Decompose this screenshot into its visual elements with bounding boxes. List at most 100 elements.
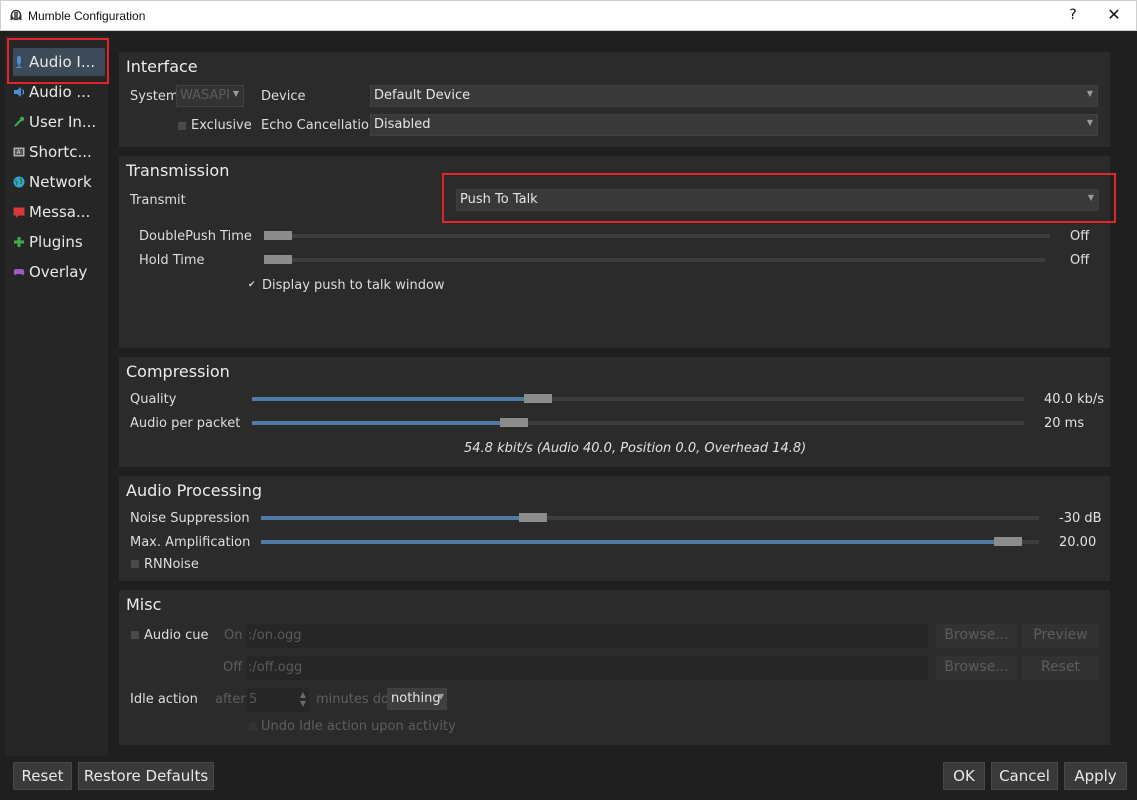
sidebar-item-label: Network bbox=[29, 173, 92, 191]
combo-value: nothing bbox=[391, 691, 441, 706]
group-title: Misc bbox=[126, 595, 162, 614]
slider-handle[interactable] bbox=[264, 231, 292, 240]
speaker-icon bbox=[14, 87, 24, 97]
browse-on-button[interactable]: Browse... bbox=[936, 624, 1017, 648]
audio-per-packet-value: 20 ms bbox=[1044, 416, 1085, 431]
hold-time-slider[interactable] bbox=[264, 255, 1045, 264]
audio-cue-off-input[interactable]: :/off.ogg bbox=[246, 656, 928, 680]
message-icon bbox=[13, 207, 25, 218]
slider-handle[interactable] bbox=[994, 537, 1022, 546]
browse-off-button[interactable]: Browse... bbox=[936, 656, 1017, 680]
exclusive-label: Exclusive bbox=[191, 118, 252, 133]
noise-suppression-label: Noise Suppression bbox=[130, 511, 250, 526]
max-amplification-value: 20.00 bbox=[1059, 535, 1097, 550]
noise-suppression-slider[interactable] bbox=[261, 513, 1039, 522]
window-title: Mumble Configuration bbox=[28, 9, 146, 23]
sidebar-item-audio-output[interactable]: Audio ... bbox=[13, 78, 105, 106]
sidebar-item-label: Overlay bbox=[29, 263, 88, 281]
slider-handle[interactable] bbox=[524, 394, 552, 403]
slider-handle[interactable] bbox=[264, 255, 292, 264]
undo-idle-checkbox[interactable] bbox=[249, 723, 257, 731]
cancel-button[interactable]: Cancel bbox=[991, 762, 1058, 790]
audio-per-packet-slider[interactable] bbox=[252, 418, 1024, 427]
combo-value: WASAPI bbox=[180, 88, 231, 103]
audio-cue-checkbox[interactable] bbox=[131, 631, 139, 639]
group-title: Interface bbox=[126, 57, 198, 76]
keyboard-icon: A bbox=[13, 147, 25, 157]
bitrate-summary: 54.8 kbit/s (Audio 40.0, Position 0.0, O… bbox=[464, 441, 807, 456]
chevron-down-icon: ▼ bbox=[437, 692, 444, 701]
sidebar-item-label: Plugins bbox=[29, 233, 83, 251]
undo-idle-label: Undo Idle action upon activity bbox=[261, 719, 456, 734]
audio-per-packet-label: Audio per packet bbox=[130, 416, 241, 431]
rnnoise-checkbox[interactable] bbox=[131, 560, 139, 568]
system-label: System bbox=[130, 89, 179, 104]
group-title: Transmission bbox=[126, 161, 230, 180]
preview-button[interactable]: Preview bbox=[1022, 624, 1099, 648]
gamepad-icon bbox=[13, 269, 25, 275]
group-title: Audio Processing bbox=[126, 481, 262, 500]
echo-cancellation-label: Echo Cancellation bbox=[261, 118, 378, 133]
idle-after-label: after bbox=[215, 692, 246, 707]
apply-button[interactable]: Apply bbox=[1064, 762, 1127, 790]
spin-arrows-icon[interactable]: ▲ ▼ bbox=[300, 690, 306, 708]
combo-value: Default Device bbox=[374, 88, 471, 103]
restore-defaults-button[interactable]: Restore Defaults bbox=[78, 762, 214, 790]
interface-group: Interface System WASAPI ▼ Device Default … bbox=[119, 52, 1110, 147]
quality-slider[interactable] bbox=[252, 394, 1024, 403]
echo-cancellation-combo[interactable]: Disabled ▼ bbox=[370, 114, 1098, 136]
slider-handle[interactable] bbox=[500, 418, 528, 427]
noise-suppression-value: -30 dB bbox=[1059, 511, 1102, 526]
quality-label: Quality bbox=[130, 392, 177, 407]
sidebar-item-label: Shortc... bbox=[29, 143, 92, 161]
max-amplification-label: Max. Amplification bbox=[130, 535, 251, 550]
transmission-group: Transmission Transmit Push To Talk ▼ Doub… bbox=[119, 156, 1110, 348]
audio-cue-off-label: Off bbox=[223, 660, 243, 675]
doublepush-label: DoublePush Time bbox=[139, 229, 252, 244]
exclusive-checkbox[interactable] bbox=[178, 122, 186, 130]
slider-fill bbox=[261, 516, 533, 520]
max-amplification-slider[interactable] bbox=[261, 537, 1039, 546]
doublepush-value: Off bbox=[1070, 229, 1090, 244]
idle-action-combo[interactable]: nothing ▼ bbox=[387, 688, 447, 710]
ok-button[interactable]: OK bbox=[943, 762, 985, 790]
sidebar-item-user-interface[interactable]: User In... bbox=[13, 108, 105, 136]
sidebar-item-plugins[interactable]: Plugins bbox=[13, 228, 105, 256]
wrench-icon bbox=[14, 116, 25, 127]
category-sidebar: Audio I... Audio ... User In... A Shortc… bbox=[5, 36, 108, 756]
sidebar-item-label: Audio ... bbox=[29, 83, 91, 101]
sidebar-item-audio-input[interactable]: Audio I... bbox=[13, 48, 105, 76]
transmit-label: Transmit bbox=[130, 193, 186, 208]
sidebar-item-label: Audio I... bbox=[29, 53, 96, 71]
sidebar-item-network[interactable]: Network bbox=[13, 168, 105, 196]
chevron-down-icon: ▼ bbox=[1087, 193, 1094, 202]
slider-fill bbox=[252, 421, 514, 425]
system-combo[interactable]: WASAPI ▼ bbox=[176, 85, 244, 107]
microphone-icon bbox=[16, 56, 22, 68]
audio-cue-on-input[interactable]: :/on.ogg bbox=[246, 624, 928, 648]
combo-value: Disabled bbox=[374, 117, 431, 132]
sidebar-item-shortcuts[interactable]: A Shortc... bbox=[13, 138, 105, 166]
device-label: Device bbox=[261, 89, 306, 104]
quality-value: 40.0 kb/s bbox=[1044, 392, 1105, 407]
combo-value: Push To Talk bbox=[460, 192, 538, 207]
sidebar-item-overlay[interactable]: Overlay bbox=[13, 258, 105, 286]
reset-button[interactable]: Reset bbox=[13, 762, 72, 790]
display-ptt-checkbox[interactable]: ✔ bbox=[248, 280, 256, 290]
sidebar-item-messages[interactable]: Messa... bbox=[13, 198, 105, 226]
slider-handle[interactable] bbox=[519, 513, 547, 522]
reset-cue-button[interactable]: Reset bbox=[1022, 656, 1099, 680]
transmit-combo[interactable]: Push To Talk ▼ bbox=[456, 189, 1099, 211]
plus-icon bbox=[14, 237, 24, 247]
audio-processing-group: Audio Processing Noise Suppression -30 d… bbox=[119, 476, 1110, 581]
sidebar-item-label: Messa... bbox=[29, 203, 91, 221]
doublepush-slider[interactable] bbox=[264, 231, 1050, 240]
slider-fill bbox=[261, 540, 1008, 544]
misc-group: Misc Audio cue On :/on.ogg Browse... Pre… bbox=[119, 590, 1110, 745]
compression-group: Compression Quality 40.0 kb/s Audio per … bbox=[119, 357, 1110, 467]
audio-cue-on-label: On bbox=[224, 628, 243, 643]
help-button[interactable]: ? bbox=[1065, 7, 1081, 23]
device-combo[interactable]: Default Device ▼ bbox=[370, 85, 1098, 107]
idle-minutes-spinbox[interactable]: 5 ▲ ▼ bbox=[247, 688, 309, 712]
close-button[interactable]: ✕ bbox=[1105, 5, 1123, 24]
